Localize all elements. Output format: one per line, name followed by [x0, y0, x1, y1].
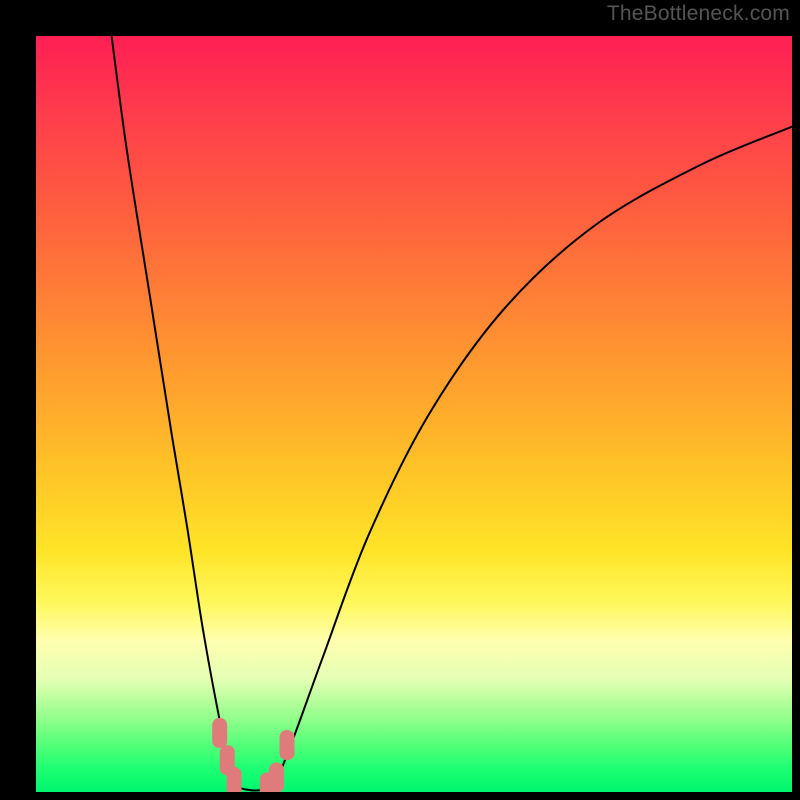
valley-marker [227, 767, 242, 792]
watermark-text: TheBottleneck.com [607, 2, 790, 26]
curve-svg [36, 36, 792, 792]
chart-container: TheBottleneck.com [0, 0, 800, 800]
valley-markers [212, 718, 294, 792]
valley-marker [269, 763, 284, 792]
bottleneck-curve [112, 36, 792, 790]
valley-marker [279, 730, 294, 760]
valley-marker [212, 718, 227, 748]
plot-area [36, 36, 792, 792]
